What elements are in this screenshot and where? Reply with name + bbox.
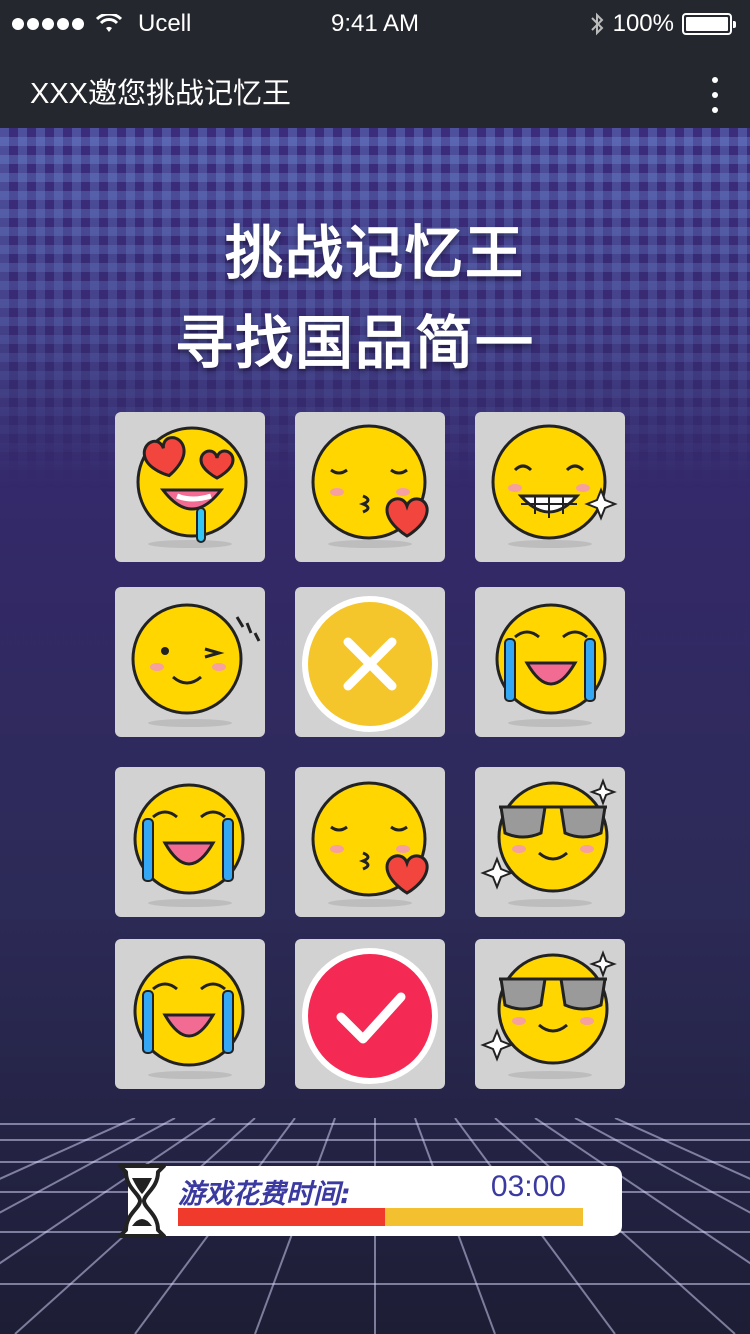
memory-tile[interactable] [115,939,265,1089]
battery-percent: 100% [612,10,674,37]
memory-tile[interactable] [295,767,445,917]
memory-tile[interactable] [295,587,445,737]
correct-check-icon [302,948,438,1084]
more-vertical-icon[interactable] [710,77,720,113]
timer-label: 游戏花费时间: [178,1179,351,1210]
memory-tile[interactable] [115,767,265,917]
memory-tile[interactable] [295,412,445,562]
crying-emoji-icon [133,955,245,1079]
wrong-x-icon [302,596,438,732]
status-bar: Ucell 9:41 AM 100% [0,0,750,50]
nav-bar: XXX邀您挑战记忆王 [0,50,750,128]
timer-progress-bar [178,1208,583,1226]
sunglasses-emoji-icon [480,778,617,907]
game-timer: 游戏花费时间: 03:00 [118,1164,622,1238]
nav-title: XXX邀您挑战记忆王 [30,78,292,110]
crying-emoji-icon [495,603,607,727]
memory-tile[interactable] [475,412,625,562]
crying-emoji-icon [133,783,245,907]
timer-value: 03:00 [490,1170,566,1203]
memory-tile[interactable] [475,939,625,1089]
headline-title: 挑战记忆王 [224,219,525,287]
game-stage: 挑战记忆王 寻找国品简一 游戏花费时间: 03:00 [0,128,750,1334]
heart-eyes-drool-emoji-icon [136,426,248,548]
kiss-heart-emoji-icon [311,781,429,907]
kiss-heart-emoji-icon [311,424,429,548]
memory-tile[interactable] [115,412,265,562]
memory-tile[interactable] [475,767,625,917]
memory-tile[interactable] [115,587,265,737]
hourglass-icon [118,1164,166,1238]
timer-progress-fill [178,1208,385,1226]
grin-sparkle-emoji-icon [491,424,618,548]
sunglasses-emoji-icon [480,950,617,1079]
memory-tile[interactable] [475,587,625,737]
battery-icon [682,13,736,35]
memory-tile[interactable] [295,939,445,1089]
bluetooth-icon [590,12,604,36]
wink-emoji-icon [131,603,261,727]
headline-subtitle: 寻找国品简一 [174,309,535,377]
